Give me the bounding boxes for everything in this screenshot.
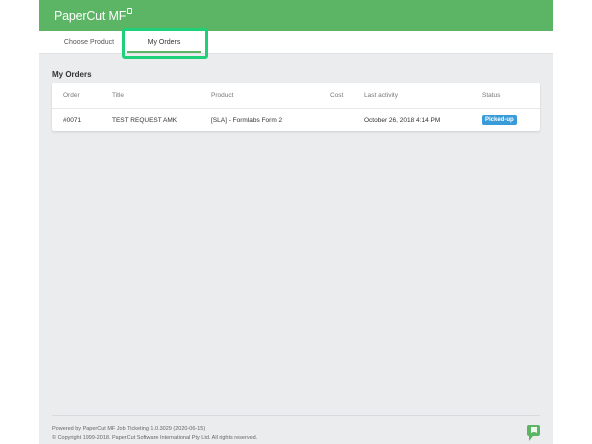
cell-last-activity: October 26, 2018 4:14 PM <box>364 116 441 124</box>
footer-powered-by: Powered by PaperCut MF Job Ticketing 1.0… <box>52 426 206 432</box>
column-header-product[interactable]: Product <box>211 83 233 108</box>
status-badge: Picked-up <box>482 115 517 125</box>
top-bar: PaperCut MF <box>39 0 553 31</box>
column-header-last-activity[interactable]: Last activity <box>364 83 398 108</box>
logo-brand-text: PaperCut <box>54 9 106 23</box>
footer: Powered by PaperCut MF Job Ticketing 1.0… <box>52 425 257 443</box>
tab-choose-product-label: Choose Product <box>63 39 115 46</box>
cell-status: Picked-up <box>482 109 517 131</box>
cell-title: TEST REQUEST AMK <box>112 116 178 124</box>
cell-order: #0071 <box>63 116 82 124</box>
footer-copyright: © Copyright 1999-2018. PaperCut Software… <box>52 435 258 441</box>
column-header-order[interactable]: Order <box>63 83 80 108</box>
logo-suffix-text: MF <box>108 9 127 23</box>
tab-bar: Choose Product My Orders <box>39 31 553 54</box>
page-title: My Orders <box>52 70 92 79</box>
column-header-title[interactable]: Title <box>112 83 124 108</box>
papercut-logo[interactable]: PaperCut MF <box>54 8 133 23</box>
papercut-footer-icon <box>527 425 540 441</box>
tab-highlight-box <box>122 28 208 59</box>
footer-divider <box>52 415 540 416</box>
table-row[interactable]: #0071 TEST REQUEST AMK [SLA] - Formlabs … <box>52 109 540 131</box>
table-header-row: Order Title Product Cost Last activity S… <box>52 83 540 109</box>
cell-product: [SLA] - Formlabs Form 2 <box>211 116 283 124</box>
app-window: PaperCut MF Choose Product My Orders My … <box>39 0 553 444</box>
tab-choose-product[interactable]: Choose Product <box>51 31 127 54</box>
orders-table: Order Title Product Cost Last activity S… <box>52 83 540 131</box>
column-header-status[interactable]: Status <box>482 83 500 108</box>
column-header-cost[interactable]: Cost <box>330 83 343 108</box>
papercut-logo-mark-icon <box>127 8 133 14</box>
